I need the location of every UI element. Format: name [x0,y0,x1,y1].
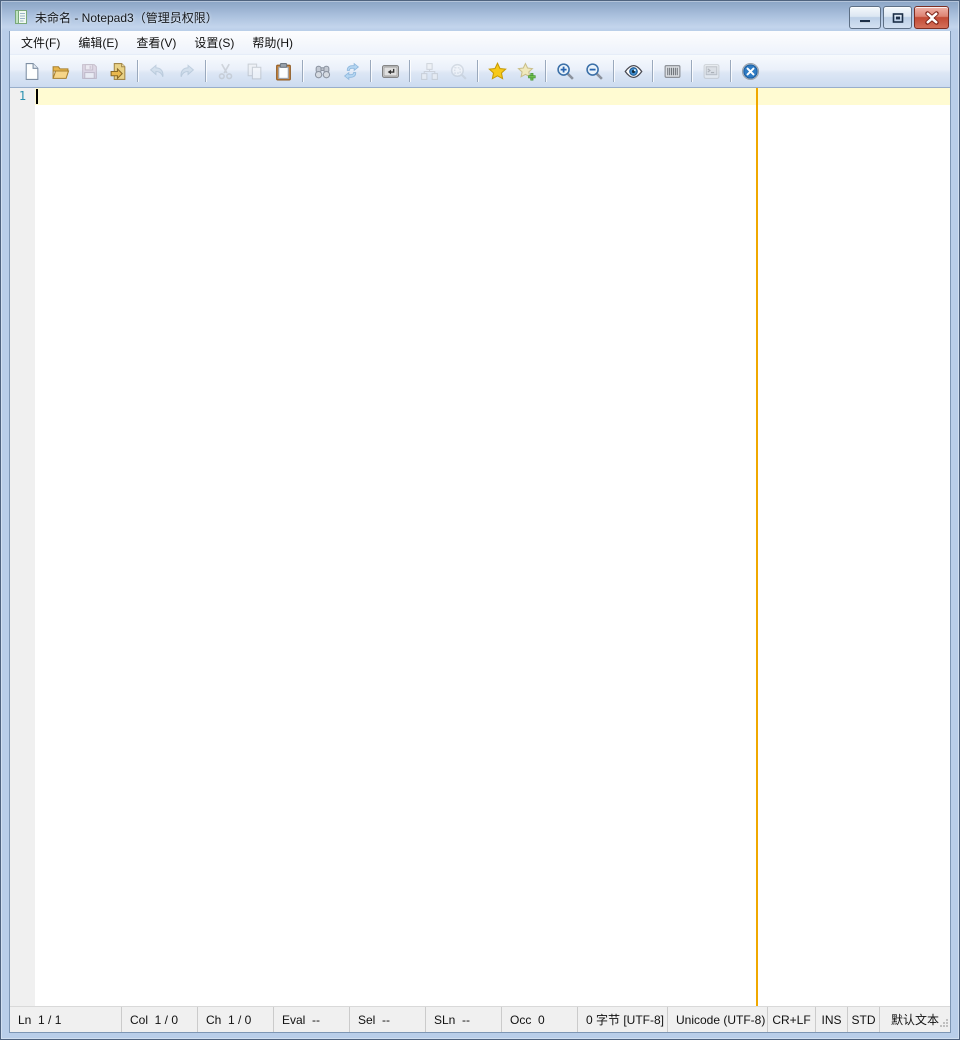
grid-button[interactable] [659,58,685,84]
status-eval[interactable]: Eval -- [274,1007,350,1032]
status-encoding[interactable]: Unicode (UTF-8) [668,1007,768,1032]
save-button[interactable] [76,58,102,84]
minimize-button[interactable] [849,6,881,29]
text-caret [36,89,38,104]
status-column[interactable]: Col 1 / 0 [122,1007,198,1032]
exit-icon [741,62,760,81]
new-file-icon [22,62,41,81]
new-file-button[interactable] [18,58,44,84]
word-wrap-button[interactable] [377,58,403,84]
menu-item-view[interactable]: 查看(V) [127,31,185,54]
code-structure-icon [420,62,439,81]
redo-button[interactable] [173,58,199,84]
menu-bar: 文件(F) 编辑(E) 查看(V) 设置(S) 帮助(H) [10,31,950,54]
zoom-out-button[interactable] [581,58,607,84]
title-bar[interactable]: 未命名 - Notepad3（管理员权限） [9,1,951,31]
long-line-marker [756,88,758,1006]
find-button[interactable] [309,58,335,84]
window-content: 文件(F) 编辑(E) 查看(V) 设置(S) 帮助(H) 1 Ln 1 / 1 Col … [9,31,951,1033]
browse-button[interactable] [105,58,131,84]
open-file-icon [51,62,70,81]
find-icon [313,62,332,81]
paste-icon [274,62,293,81]
window-title: 未命名 - Notepad3（管理员权限） [35,10,218,25]
paste-button[interactable] [270,58,296,84]
exit-button[interactable] [737,58,763,84]
maximize-button[interactable] [883,6,912,29]
status-eol[interactable]: CR+LF [768,1007,816,1032]
view-eye-icon [623,62,643,81]
status-bar: Ln 1 / 1 Col 1 / 0 Ch 1 / 0 Eval -- Sel -- SL… [10,1006,950,1032]
toolbar-separator [613,60,614,82]
status-size[interactable]: 0 字节 [UTF-8] [578,1007,668,1032]
menu-item-file[interactable]: 文件(F) [12,31,69,54]
text-area[interactable] [35,88,950,1006]
favorites-icon [487,61,507,81]
redo-icon [177,62,196,81]
grid-icon [663,62,682,81]
zoom-in-button[interactable] [552,58,578,84]
favorites-button[interactable] [484,58,510,84]
code-structure-button[interactable] [416,58,442,84]
toolbar-separator [205,60,206,82]
toolbar-separator [409,60,410,82]
status-scheme[interactable]: 默认文本 [880,1007,950,1032]
undo-icon [148,62,167,81]
restore-icon [892,12,903,23]
resize-grip[interactable] [938,1017,949,1031]
close-icon [924,10,939,25]
menu-item-help[interactable]: 帮助(H) [243,31,302,54]
console-icon [702,62,721,81]
undo-button[interactable] [144,58,170,84]
save-icon [80,62,99,81]
copy-icon [245,62,264,81]
window-controls [847,6,949,29]
view-eye-button[interactable] [620,58,646,84]
current-line-highlight [35,88,950,105]
add-favorite-icon [516,61,536,81]
toolbar-separator [477,60,478,82]
status-line[interactable]: Ln 1 / 1 [10,1007,122,1032]
editor: 1 [10,88,950,1006]
status-character[interactable]: Ch 1 / 0 [198,1007,274,1032]
cut-icon [216,62,235,81]
open-file-button[interactable] [47,58,73,84]
add-favorite-button[interactable] [513,58,539,84]
cut-button[interactable] [212,58,238,84]
word-wrap-icon [381,62,400,81]
toolbar-separator [652,60,653,82]
line-number: 1 [18,89,27,103]
close-button[interactable] [914,6,949,29]
status-selection[interactable]: Sel -- [350,1007,426,1032]
toolbar-separator [302,60,303,82]
status-occurrences[interactable]: Occ 0 [502,1007,578,1032]
menu-item-edit[interactable]: 编辑(E) [69,31,127,54]
minimize-icon [860,19,870,23]
menu-item-settings[interactable]: 设置(S) [185,31,243,54]
browse-icon [109,62,128,81]
zoom-select-button[interactable] [445,58,471,84]
status-selected-lines[interactable]: SLn -- [426,1007,502,1032]
zoom-in-icon [556,62,575,81]
app-icon [13,9,29,25]
toolbar-separator [137,60,138,82]
toolbar-separator [730,60,731,82]
toolbar-separator [545,60,546,82]
zoom-select-icon [449,62,468,81]
line-number-gutter[interactable]: 1 [10,88,35,1006]
copy-button[interactable] [241,58,267,84]
toolbar-separator [691,60,692,82]
zoom-out-icon [585,62,604,81]
notepad3-window: 未命名 - Notepad3（管理员权限） 文件(F) 编辑(E) 查看(V) 设置(… [0,0,960,1040]
toolbar [10,54,950,88]
status-overtype[interactable]: INS [816,1007,848,1032]
replace-button[interactable] [338,58,364,84]
replace-icon [342,62,361,81]
status-case[interactable]: STD [848,1007,880,1032]
toolbar-separator [370,60,371,82]
console-button[interactable] [698,58,724,84]
